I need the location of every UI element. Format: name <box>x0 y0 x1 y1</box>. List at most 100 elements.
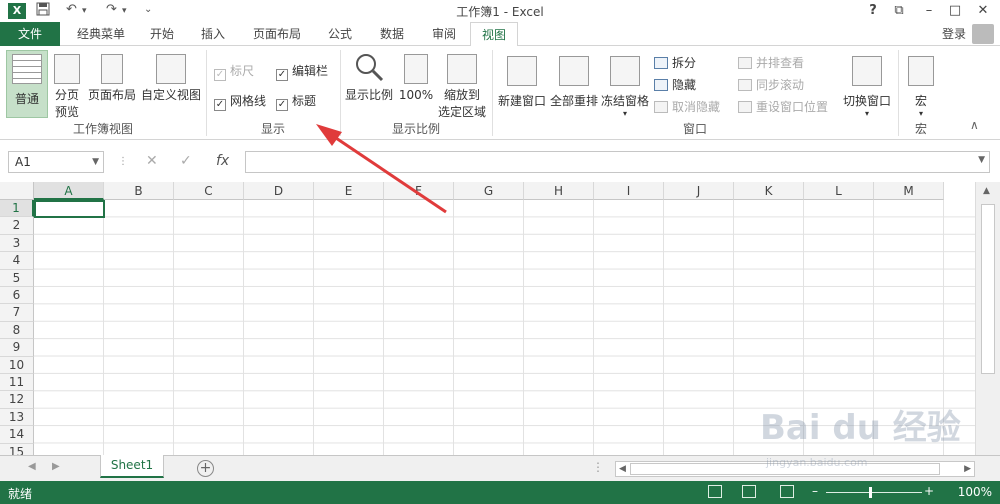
freeze-panes-button[interactable]: 冻结窗格 ▾ <box>600 50 650 118</box>
column-header[interactable]: M <box>874 182 944 200</box>
new-window-button[interactable]: 新建窗口 <box>496 50 548 109</box>
row-header[interactable]: 13 <box>0 408 34 427</box>
macros-button[interactable]: 宏 ▾ <box>902 50 940 118</box>
row-header[interactable]: 10 <box>0 356 34 374</box>
cancel-icon[interactable]: ✕ <box>146 153 158 169</box>
row-header[interactable]: 11 <box>0 374 34 392</box>
tab-review[interactable]: 审阅 <box>422 22 466 46</box>
reset-position-icon <box>738 101 752 113</box>
page-break-status-icon[interactable] <box>780 485 794 498</box>
enter-icon[interactable]: ✓ <box>180 153 192 169</box>
sign-in-link[interactable]: 登录 <box>942 22 966 46</box>
split-icon <box>654 57 668 69</box>
name-box[interactable]: A1 ▼ <box>8 151 104 173</box>
column-header[interactable]: E <box>314 182 384 200</box>
hide-button[interactable]: 隐藏 <box>654 76 696 93</box>
tab-insert[interactable]: 插入 <box>190 22 236 46</box>
reset-window-position-button[interactable]: 重设窗口位置 <box>738 98 828 115</box>
page-break-preview-button[interactable]: 分页 预览 <box>50 50 84 120</box>
zoom-in-button[interactable]: + <box>924 484 934 498</box>
help-button[interactable]: ? <box>862 2 884 20</box>
tab-page-layout[interactable]: 页面布局 <box>244 22 310 46</box>
window-title: 工作簿1 - Excel <box>456 5 544 19</box>
column-header[interactable]: L <box>804 182 874 200</box>
row-header[interactable]: 6 <box>0 287 34 305</box>
column-header[interactable]: H <box>524 182 594 200</box>
tab-file[interactable]: 文件 <box>0 22 60 46</box>
row-header[interactable]: 2 <box>0 217 34 235</box>
headings-label: 标题 <box>292 94 317 108</box>
zoom-out-button[interactable]: – <box>812 484 818 498</box>
scroll-left-icon[interactable]: ◀ <box>619 462 626 476</box>
row-header[interactable]: 3 <box>0 234 34 253</box>
column-header[interactable]: D <box>244 182 314 200</box>
ribbon-display-options-button[interactable]: ⧉ <box>888 2 910 20</box>
tab-classic-menu[interactable]: 经典菜单 <box>66 22 136 46</box>
column-header[interactable]: F <box>384 182 454 200</box>
row-header[interactable]: 9 <box>0 339 34 357</box>
custom-views-button[interactable]: 自定义视图 <box>140 50 202 103</box>
normal-view-icon <box>12 54 42 84</box>
ruler-checkbox[interactable]: ✓ 标尺 <box>214 62 254 81</box>
tab-formulas[interactable]: 公式 <box>318 22 362 46</box>
add-sheet-button[interactable]: + <box>197 460 214 477</box>
formula-bar-checkbox[interactable]: ✓ 编辑栏 <box>276 62 328 81</box>
previous-sheet-icon[interactable]: ◀ <box>28 461 36 472</box>
normal-view-status-icon[interactable] <box>708 485 722 498</box>
tab-view[interactable]: 视图 <box>470 22 518 47</box>
switch-windows-button[interactable]: 切换窗口 ▾ <box>838 50 896 118</box>
headings-checkbox[interactable]: ✓ 标题 <box>276 92 316 111</box>
page-layout-view-button[interactable]: 页面布局 <box>88 50 136 103</box>
tab-split-grip-icon[interactable]: ⋮ <box>592 460 604 474</box>
column-header[interactable]: J <box>664 182 734 200</box>
zoom-100-icon <box>404 54 428 84</box>
unhide-button[interactable]: 取消隐藏 <box>654 98 720 115</box>
next-sheet-icon[interactable]: ▶ <box>52 461 60 472</box>
zoom-to-selection-button[interactable]: 缩放到 选定区域 <box>436 50 488 120</box>
zoom-button[interactable]: 显示比例 <box>344 50 394 103</box>
title-bar: X ↶ ▾ ↷ ▾ ⌄ 工作簿1 - Excel ? ⧉ – □ ✕ <box>0 0 1000 22</box>
split-button[interactable]: 拆分 <box>654 54 696 71</box>
arrange-all-button[interactable]: 全部重排 <box>548 50 600 109</box>
row-header[interactable]: 1 <box>0 200 34 218</box>
name-box-dropdown-icon[interactable]: ▼ <box>92 152 99 172</box>
expand-formula-bar-icon[interactable]: ▼ <box>978 155 985 165</box>
column-header[interactable]: C <box>174 182 244 200</box>
column-header[interactable]: G <box>454 182 524 200</box>
formula-input[interactable]: ▼ <box>245 151 990 173</box>
minimize-button[interactable]: – <box>918 2 940 20</box>
zoom-level[interactable]: 100% <box>958 485 992 499</box>
page-layout-status-icon[interactable] <box>742 485 756 498</box>
insert-function-icon[interactable]: fx <box>216 153 229 169</box>
avatar[interactable] <box>972 24 994 44</box>
row-header[interactable]: 5 <box>0 269 34 287</box>
zoom-100-button[interactable]: 100% <box>398 50 434 102</box>
gridlines-checkbox[interactable]: ✓ 网格线 <box>214 92 266 111</box>
sheet-tab[interactable]: Sheet1 <box>100 455 164 478</box>
row-header[interactable]: 12 <box>0 391 34 409</box>
row-header[interactable]: 15 <box>0 443 34 455</box>
zoom-slider-thumb[interactable] <box>869 487 872 498</box>
column-header[interactable]: K <box>734 182 804 200</box>
sync-scroll-button[interactable]: 同步滚动 <box>738 76 804 93</box>
column-header[interactable]: B <box>104 182 174 200</box>
maximize-button[interactable]: □ <box>944 2 966 20</box>
collapse-ribbon-icon[interactable]: ∧ <box>970 118 979 132</box>
active-cell[interactable] <box>34 200 105 218</box>
new-window-label: 新建窗口 <box>497 94 546 108</box>
row-header[interactable]: 8 <box>0 321 34 340</box>
column-header[interactable]: I <box>594 182 664 200</box>
row-header[interactable]: 14 <box>0 426 34 444</box>
vertical-scroll-thumb[interactable] <box>981 204 995 374</box>
close-button[interactable]: ✕ <box>972 2 994 20</box>
scroll-up-icon[interactable]: ▲ <box>983 186 990 196</box>
normal-view-button[interactable]: 普通 <box>6 50 48 118</box>
tab-data[interactable]: 数据 <box>370 22 414 46</box>
select-all-button[interactable] <box>0 182 34 200</box>
tab-home[interactable]: 开始 <box>140 22 184 46</box>
column-header[interactable]: A <box>34 182 104 200</box>
view-side-by-side-button[interactable]: 并排查看 <box>738 54 804 71</box>
zoom-slider[interactable] <box>826 492 922 493</box>
row-header[interactable]: 4 <box>0 252 34 270</box>
row-header[interactable]: 7 <box>0 304 34 322</box>
